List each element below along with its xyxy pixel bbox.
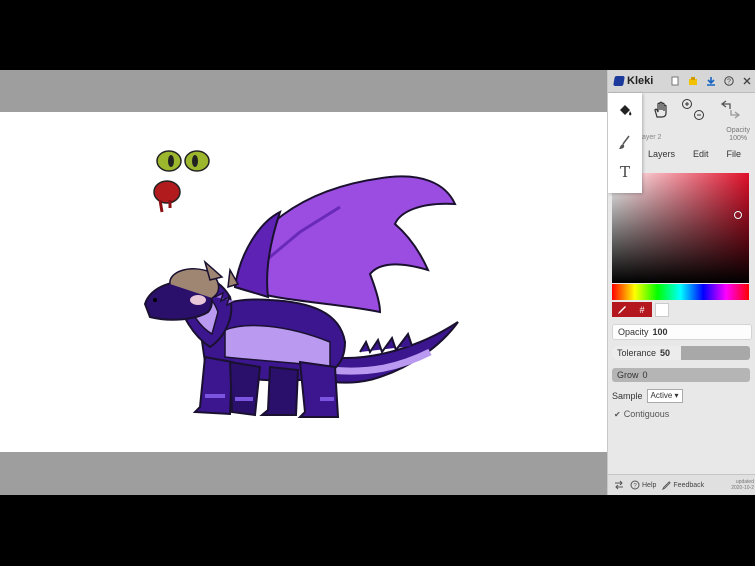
contiguous-label: Contiguous: [623, 409, 670, 419]
hue-slider[interactable]: [612, 284, 749, 300]
tab-bar: Layers Edit File: [642, 149, 755, 165]
new-file-icon[interactable]: [670, 76, 680, 86]
eyedropper-button[interactable]: [612, 302, 632, 317]
layer-name: ayer 2: [642, 134, 662, 141]
grow-slider-label: Grow: [617, 370, 639, 380]
app-name: Kleki: [627, 75, 654, 87]
grow-slider[interactable]: Grow 0: [612, 368, 750, 382]
download-icon[interactable]: [706, 76, 716, 86]
brush-tool-button[interactable]: [616, 133, 634, 151]
sample-label: Sample: [612, 391, 643, 401]
layer-opacity-value: 100%: [729, 135, 748, 142]
tool-subbar: [642, 93, 755, 127]
text-tool-button[interactable]: T: [616, 163, 634, 181]
tab-edit[interactable]: Edit: [693, 149, 709, 165]
opacity-slider[interactable]: Opacity 100: [612, 324, 752, 340]
sample-select-value: Active: [650, 391, 673, 400]
updated-info: updated 2020-10-2: [731, 479, 754, 491]
brush-icon: [619, 135, 630, 149]
tab-layers[interactable]: Layers: [648, 149, 675, 165]
drawing-canvas[interactable]: [0, 112, 607, 452]
fill-bucket-icon: [620, 105, 632, 116]
help-button[interactable]: ? Help: [630, 480, 656, 490]
sample-row: Sample Active ▾: [612, 389, 683, 403]
hex-input-button[interactable]: #: [632, 302, 652, 317]
contiguous-checkbox[interactable]: ✔: [614, 410, 621, 419]
grow-slider-value: 0: [642, 370, 648, 380]
kleki-logo-icon: [613, 76, 625, 86]
help-circle-icon: ?: [630, 480, 640, 490]
bottom-bar: ? Help Feedback updated 2020-10-2: [608, 474, 755, 495]
color-picker-marker[interactable]: [734, 211, 742, 219]
tolerance-slider-value: 50: [660, 348, 671, 358]
updated-line-2: 2020-10-2: [731, 485, 754, 491]
tool-column: T: [608, 93, 642, 193]
save-icon[interactable]: [688, 76, 698, 86]
dragon-drawing: [143, 150, 459, 418]
hand-icon[interactable]: [652, 101, 670, 119]
layer-opacity-label: Opacity: [726, 127, 750, 134]
canvas-area[interactable]: [0, 70, 607, 495]
opacity-slider-label: Opacity: [618, 327, 649, 337]
opacity-slider-value: 100: [652, 327, 668, 337]
zoom-controls-icon[interactable]: [680, 98, 706, 122]
tolerance-slider-label: Tolerance: [617, 348, 657, 358]
layer-opacity: Opacity 100%: [726, 127, 750, 143]
chevron-down-icon: ▾: [674, 391, 679, 400]
contiguous-row: ✔ Contiguous: [614, 409, 669, 419]
feedback-label: Feedback: [673, 481, 705, 489]
undo-redo-icon[interactable]: [716, 98, 742, 122]
feedback-button[interactable]: Feedback: [662, 480, 705, 490]
red-blood-sketch: [153, 180, 181, 213]
swap-layout-button[interactable]: [614, 480, 624, 490]
help-icon[interactable]: ?: [724, 76, 734, 86]
close-icon[interactable]: [742, 76, 752, 86]
help-label: Help: [642, 481, 657, 489]
eyedropper-icon: [618, 305, 626, 314]
sample-select[interactable]: Active ▾: [646, 389, 683, 403]
swap-arrows-icon: [615, 480, 623, 490]
svg-text:?: ?: [727, 79, 731, 86]
kleki-logo[interactable]: Kleki: [613, 75, 654, 87]
tool-panel: Kleki ? T ayer 2 Opacity 100% Layers Edi…: [607, 70, 755, 495]
pencil-icon: [662, 480, 672, 490]
secondary-color-swatch[interactable]: [655, 303, 669, 317]
top-bar: Kleki ?: [608, 70, 755, 93]
eye-sketches: [156, 150, 210, 172]
color-swatches: #: [612, 302, 669, 317]
tolerance-slider[interactable]: Tolerance 50: [612, 346, 750, 360]
fill-tool-button[interactable]: [616, 101, 634, 119]
tab-file[interactable]: File: [727, 149, 742, 165]
kleki-app: Kleki ? T ayer 2 Opacity 100% Layers Edi…: [0, 70, 755, 495]
